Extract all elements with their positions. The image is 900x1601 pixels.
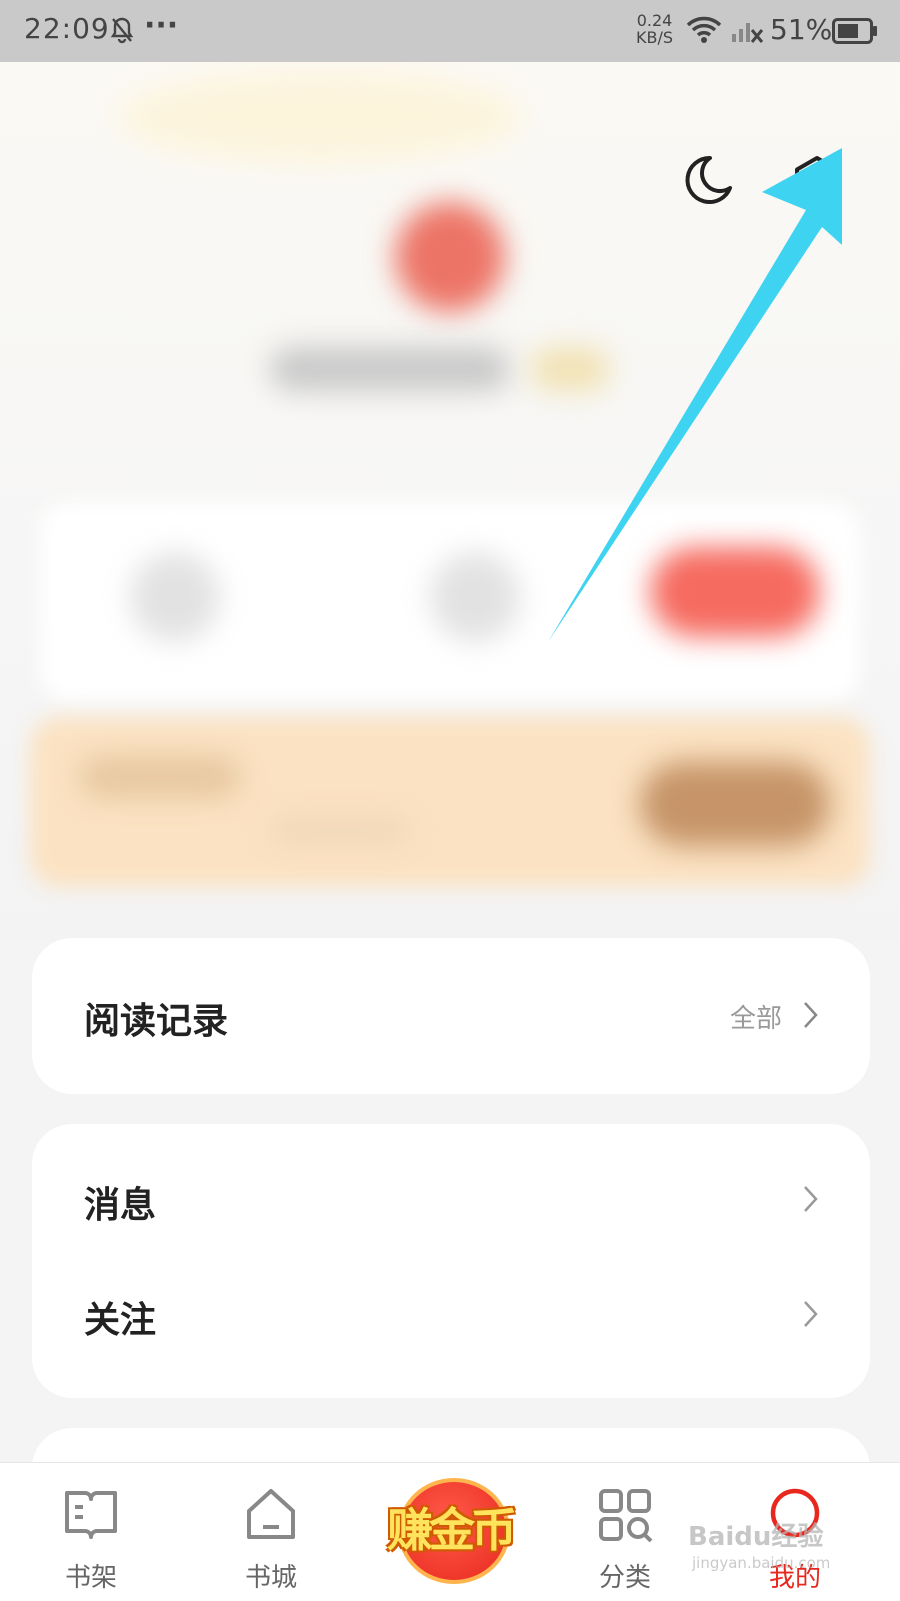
tab-category-label: 分类 — [598, 1563, 651, 1593]
reading-record-card[interactable]: 阅读记录 全部 — [32, 938, 870, 1094]
bookshelf-icon — [61, 1485, 121, 1549]
category-icon — [595, 1485, 655, 1549]
tab-bookshelf-label: 书架 — [64, 1563, 117, 1593]
watermark-logo: Baidu经验 — [688, 1522, 824, 1552]
menu-item-following[interactable]: 关注 — [32, 1261, 870, 1398]
menu-item-messages[interactable]: 消息 — [32, 1124, 870, 1261]
following-label: 关注 — [84, 1299, 157, 1341]
chevron-right-icon — [802, 1184, 820, 1218]
earn-coins-label: 赚金币 — [387, 1503, 517, 1557]
messages-label: 消息 — [84, 1184, 157, 1226]
chevron-right-icon — [802, 1299, 820, 1333]
earn-coins-button[interactable]: 赚金币 — [370, 1470, 530, 1584]
home-icon — [241, 1485, 301, 1549]
tab-bookstore-label: 书城 — [244, 1563, 297, 1593]
tab-bookstore[interactable]: 书城 — [206, 1463, 336, 1601]
tab-category[interactable]: 分类 — [560, 1463, 690, 1601]
chevron-right-icon — [802, 1000, 820, 1034]
watermark-url: jingyan.baidu.com — [692, 1554, 831, 1572]
tab-bookshelf[interactable]: 书架 — [26, 1463, 156, 1601]
reading-record-all-link[interactable]: 全部 — [730, 998, 782, 1035]
menu-card: 消息 关注 — [32, 1124, 870, 1398]
reading-record-title: 阅读记录 — [84, 1000, 229, 1042]
